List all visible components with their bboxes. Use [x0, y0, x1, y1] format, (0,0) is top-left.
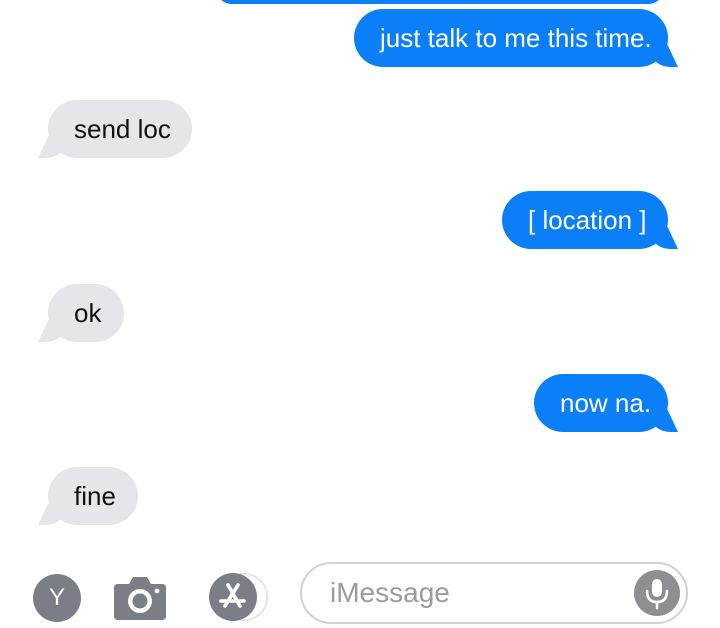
sent-message-bubble[interactable]: just talk to me this time.	[354, 9, 668, 67]
avatar-letter: Y	[48, 584, 65, 611]
partial-sent-bubble	[215, 0, 665, 4]
y-avatar-icon[interactable]: Y	[33, 574, 81, 622]
message-text: fine	[74, 481, 116, 511]
microphone-icon[interactable]	[634, 570, 680, 616]
conversation-screen: just talk to me this time. send loc [ lo…	[0, 0, 720, 628]
message-text: just talk to me this time.	[380, 23, 652, 53]
camera-icon[interactable]	[112, 572, 168, 620]
received-message-bubble[interactable]: fine	[48, 467, 138, 525]
message-input[interactable]: iMessage	[300, 562, 688, 624]
received-message-bubble[interactable]: send loc	[48, 100, 192, 158]
message-text: send loc	[74, 114, 171, 144]
message-text: ok	[74, 298, 102, 328]
received-message-bubble[interactable]: ok	[48, 284, 124, 342]
app-store-icon[interactable]	[204, 572, 272, 622]
message-input-placeholder: iMessage	[330, 577, 450, 608]
message-composer: Y iMessage	[0, 548, 720, 628]
message-text: now na.	[560, 388, 652, 418]
location-message-bubble[interactable]: [ location ]	[502, 191, 668, 249]
message-text: [ location ]	[528, 205, 647, 235]
sent-message-bubble[interactable]: now na.	[534, 374, 668, 432]
